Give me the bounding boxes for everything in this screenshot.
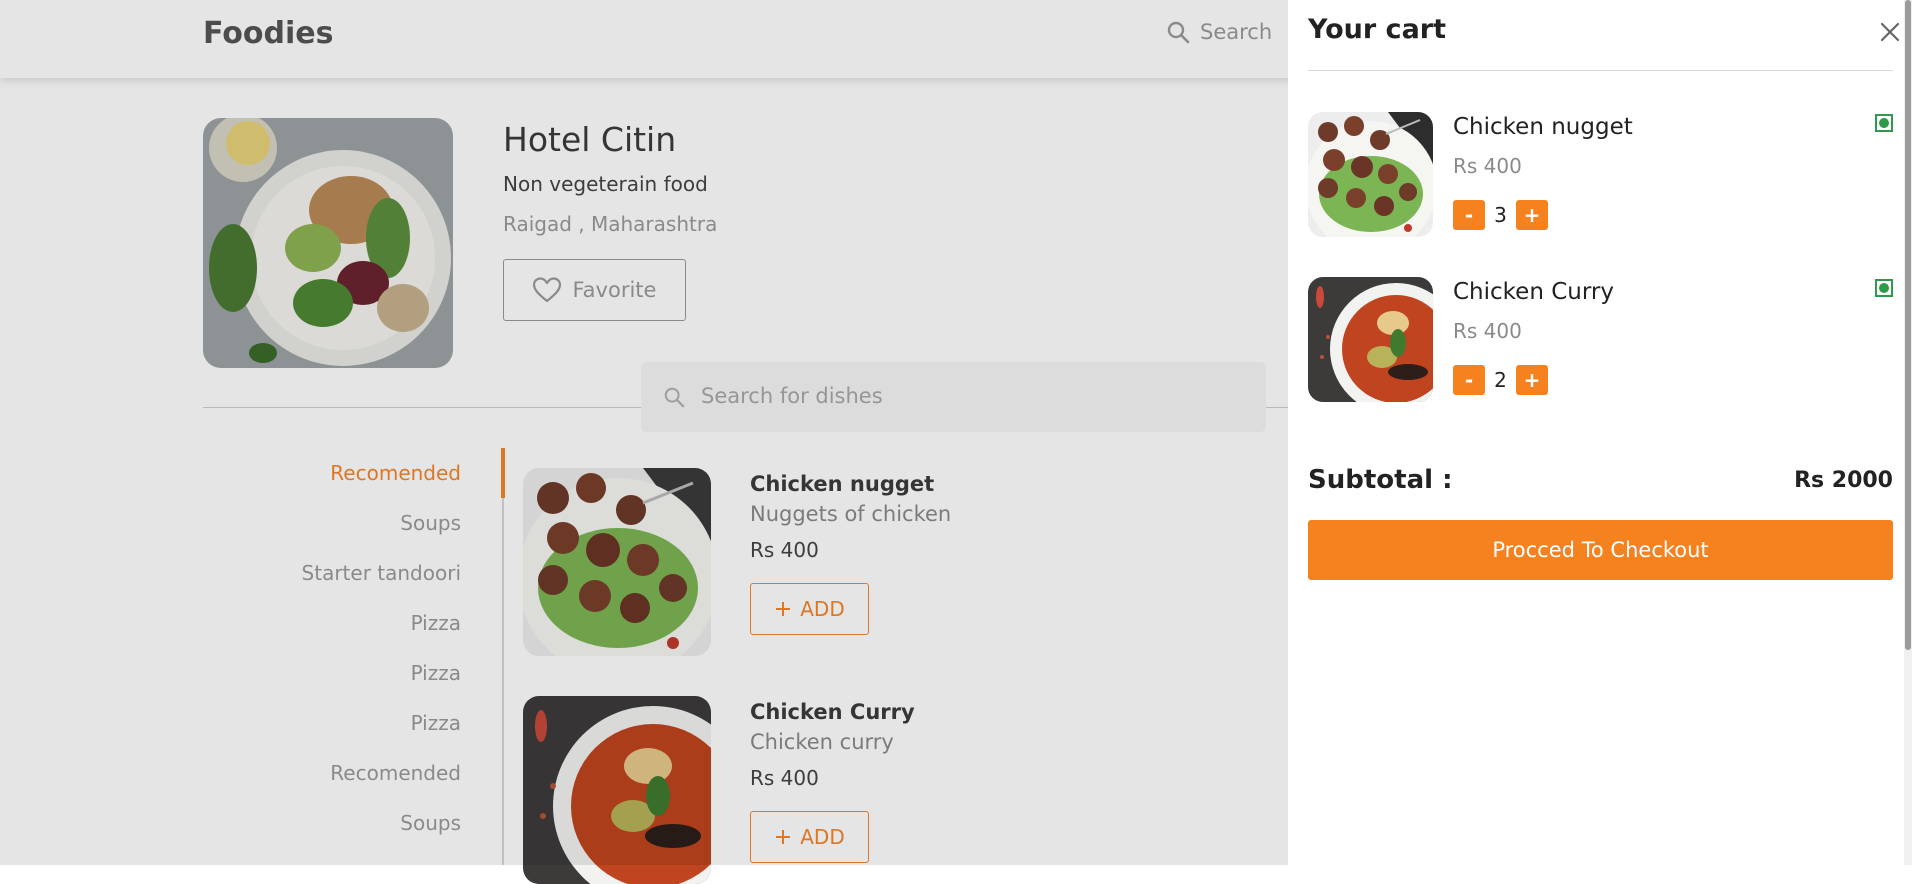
veg-indicator-icon: [1875, 114, 1893, 132]
checkout-button[interactable]: Procced To Checkout: [1308, 520, 1893, 580]
scrollbar-thumb[interactable]: [1905, 0, 1911, 650]
increase-quantity-button[interactable]: +: [1516, 365, 1548, 395]
cart-divider: [1308, 70, 1893, 71]
close-icon[interactable]: [1876, 18, 1904, 46]
cart-drawer: Your cart Chicken nugget Rs 400 - 3 + Ch…: [1288, 0, 1912, 865]
cart-item: Chicken Curry Rs 400 - 2 +: [1308, 277, 1893, 402]
decrease-quantity-button[interactable]: -: [1453, 365, 1485, 395]
cart-title: Your cart: [1308, 14, 1447, 45]
cart-item: Chicken nugget Rs 400 - 3 +: [1308, 112, 1893, 237]
quantity-stepper: - 3 +: [1453, 200, 1548, 230]
subtotal-value: Rs 2000: [1794, 468, 1893, 493]
cart-item-image: [1308, 112, 1433, 237]
decrease-quantity-button[interactable]: -: [1453, 200, 1485, 230]
cart-item-image: [1308, 277, 1433, 402]
cart-item-price: Rs 400: [1453, 154, 1522, 178]
quantity-stepper: - 2 +: [1453, 365, 1548, 395]
cart-item-name: Chicken nugget: [1453, 114, 1633, 140]
increase-quantity-button[interactable]: +: [1516, 200, 1548, 230]
quantity-value: 2: [1494, 368, 1507, 392]
cart-item-price: Rs 400: [1453, 319, 1522, 343]
cart-item-name: Chicken Curry: [1453, 279, 1614, 305]
quantity-value: 3: [1494, 203, 1507, 227]
veg-indicator-icon: [1875, 279, 1893, 297]
subtotal-label: Subtotal :: [1308, 465, 1453, 495]
